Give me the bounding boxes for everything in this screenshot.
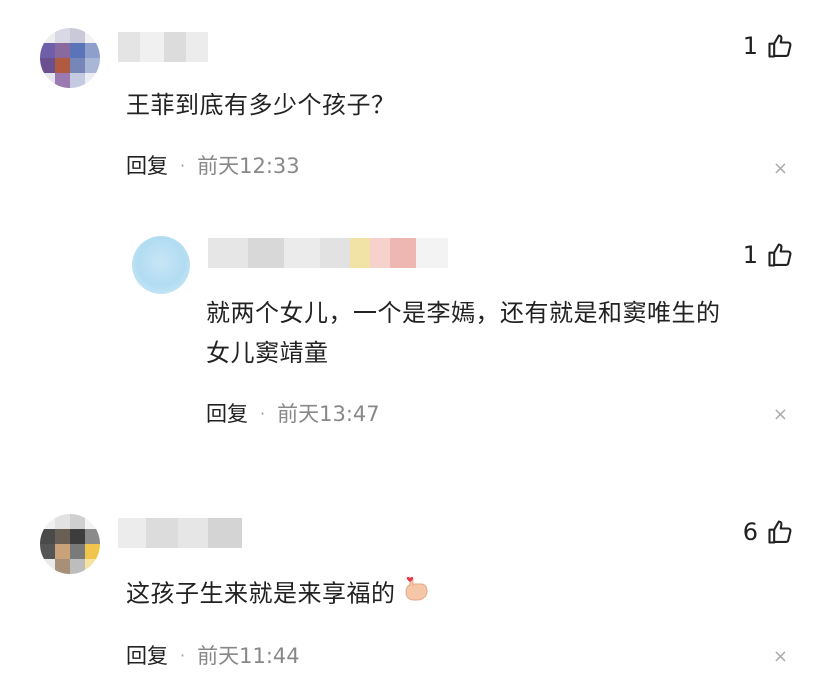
comment-text-content: 这孩子生来就是来享福的 [126,579,396,608]
comment-text: 这孩子生来就是来享福的 [126,572,432,617]
separator-dot: · [180,645,186,665]
like-group[interactable]: 6 [743,518,794,546]
reply-button[interactable]: 回复 [126,640,168,670]
close-icon[interactable]: × [773,646,788,667]
pinky-promise-hand-emoji [398,572,432,617]
timestamp: 前天11:44 [197,644,300,668]
avatar[interactable] [40,514,100,574]
comment-actions: 回复 · 前天11:44 [126,640,300,670]
like-count: 6 [742,518,758,546]
thumbs-up-icon[interactable] [766,518,794,546]
comment-item: 6 这孩子生来就是来享福的 回复 · 前天11:44 × [0,0,830,686]
username-blurred[interactable] [118,518,242,548]
